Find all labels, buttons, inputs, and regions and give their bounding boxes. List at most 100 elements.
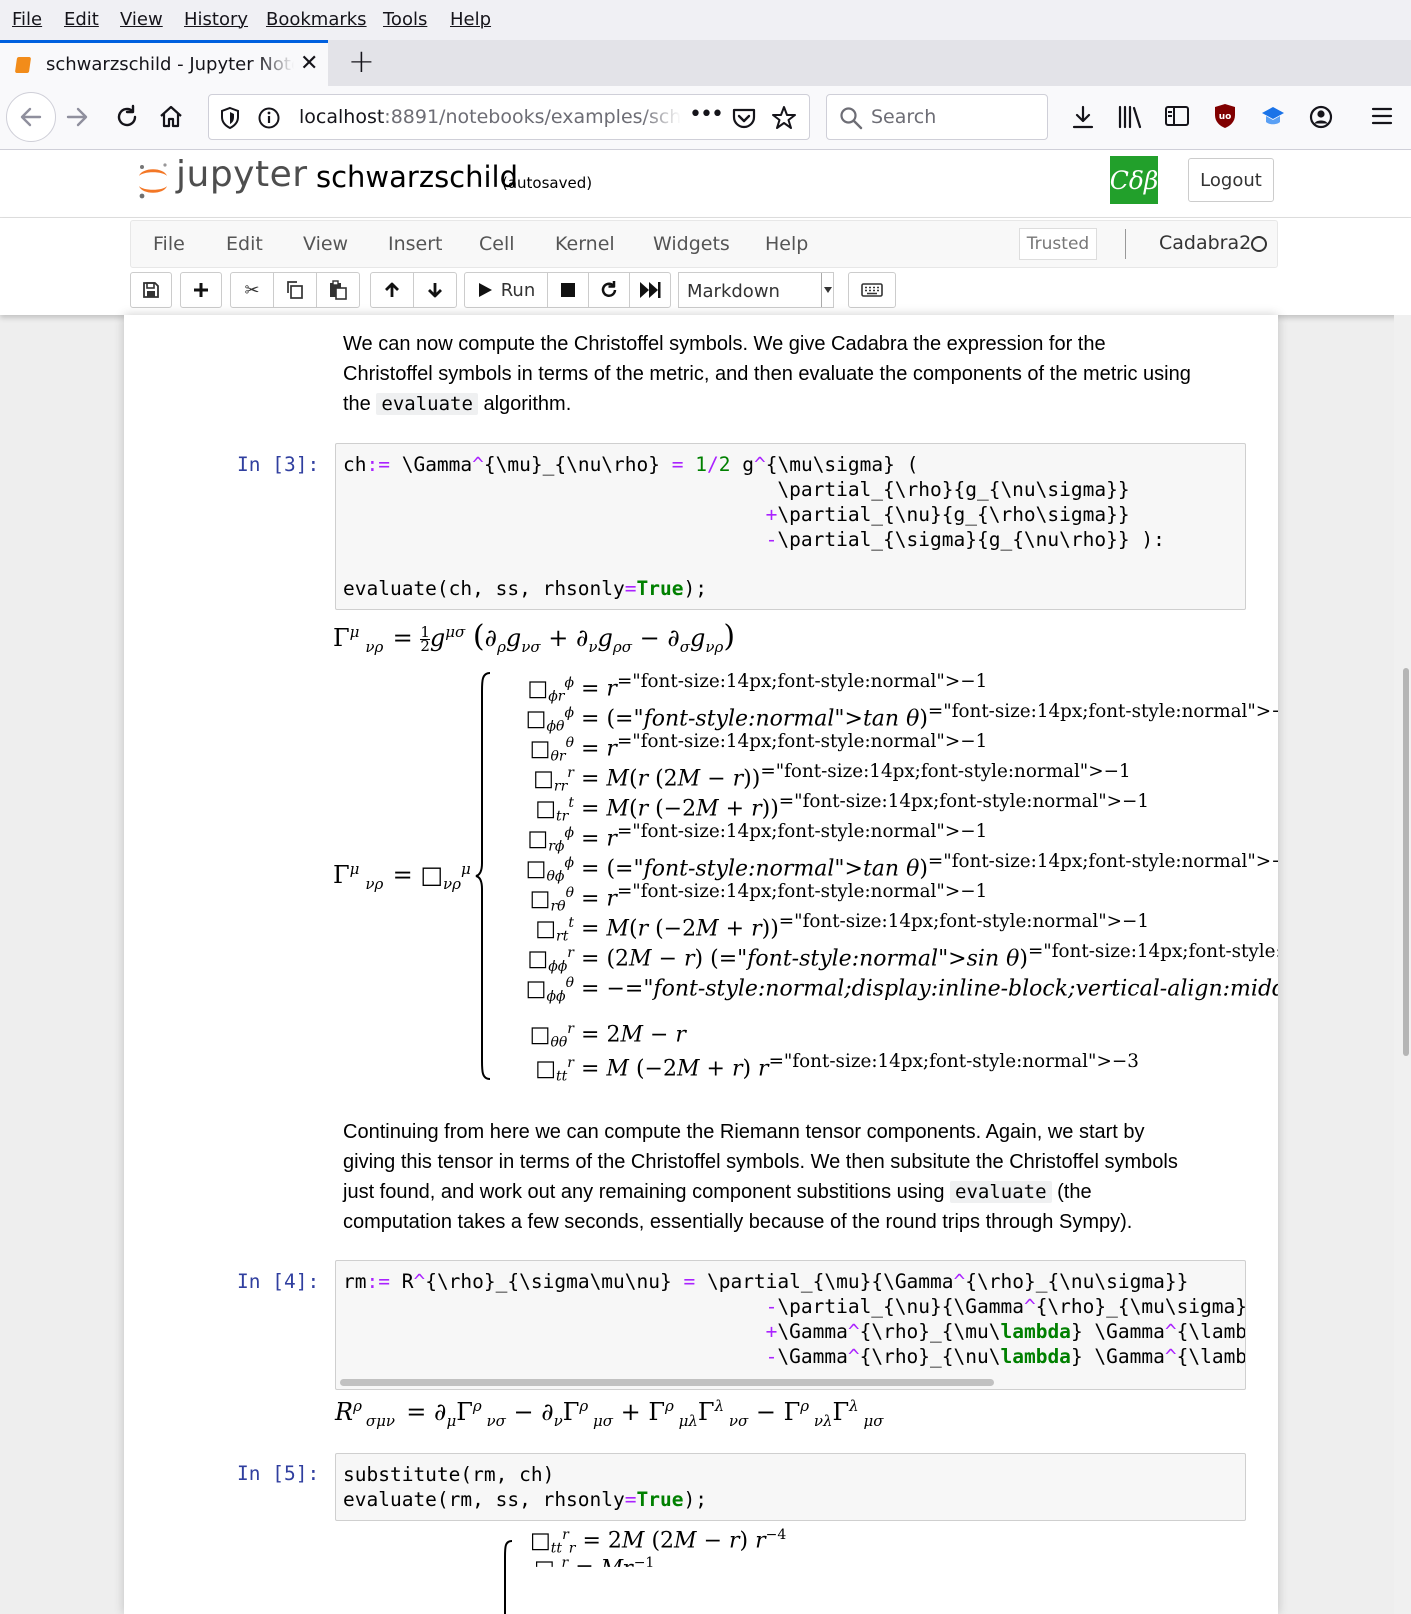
account-icon[interactable] xyxy=(1308,104,1334,135)
input-prompt: In [5]: xyxy=(237,1462,320,1485)
bookmark-star-icon[interactable] xyxy=(771,105,797,135)
output-equation: Rρσμν = ∂μΓρ νσ − ∂νΓρ μσ + Γρ μλΓλ νσ −… xyxy=(335,1397,884,1430)
arrow-down-icon xyxy=(428,283,442,298)
menu-cell[interactable]: Cell xyxy=(479,233,515,255)
hamburger-menu-icon[interactable] xyxy=(1370,104,1394,133)
kernel-logo: Cδβ xyxy=(1110,156,1158,204)
output-component-cutoff: □rr = Mr−1 xyxy=(534,1555,655,1585)
search-box[interactable]: Search xyxy=(826,94,1048,140)
markdown-line: computation takes a few seconds, essenti… xyxy=(343,1211,1133,1233)
code-line: evaluate(rm, ss, rhsonly=True); xyxy=(343,1488,707,1511)
plus-icon[interactable]: + xyxy=(348,42,375,80)
cell-type-select[interactable]: Markdown xyxy=(678,272,834,308)
menu-widgets[interactable]: Widgets xyxy=(653,233,730,255)
markdown-cell[interactable]: We can now compute the Christoffel symbo… xyxy=(343,329,1191,419)
browser-menu-help[interactable]: Help xyxy=(450,9,491,30)
menu-view[interactable]: View xyxy=(303,233,348,255)
browser-menu-edit[interactable]: Edit xyxy=(64,9,99,30)
markdown-line: Continuing from here we can compute the … xyxy=(343,1121,1145,1143)
cases-brace xyxy=(504,1540,513,1614)
browser-tab[interactable]: schwarzschild - Jupyter Notebook ✕ xyxy=(0,40,328,86)
kernel-idle-icon xyxy=(1251,236,1267,252)
jupyter-logo-text[interactable]: jupyter xyxy=(176,154,308,195)
input-prompt: In [3]: xyxy=(237,453,320,476)
run-button[interactable]: Run xyxy=(464,272,548,308)
edit-button-group: ✂ xyxy=(230,272,360,308)
chevron-down-icon xyxy=(821,273,833,307)
back-arrow-icon[interactable] xyxy=(6,92,56,142)
inline-code: evaluate xyxy=(376,393,478,415)
move-up-button[interactable] xyxy=(370,272,414,308)
cut-button[interactable]: ✂ xyxy=(230,272,274,308)
close-icon[interactable]: ✕ xyxy=(300,51,318,76)
extension-cap-icon[interactable] xyxy=(1260,104,1286,133)
shield-icon[interactable] xyxy=(219,106,241,134)
sidebar-icon[interactable] xyxy=(1164,104,1190,133)
download-icon[interactable] xyxy=(1070,104,1096,135)
forward-arrow-icon[interactable] xyxy=(64,104,90,135)
tab-title: schwarzschild - Jupyter Notebook xyxy=(46,54,294,75)
code-cell-input[interactable]: substitute(rm, ch) evaluate(rm, ss, rhso… xyxy=(335,1453,1246,1521)
code-line: \partial_{\rho}{g_{\nu\sigma}} xyxy=(343,478,1130,501)
address-bar[interactable]: localhost:8891/notebooks/examples/schwar… xyxy=(208,94,810,140)
logout-button[interactable]: Logout xyxy=(1188,158,1274,202)
reload-icon[interactable] xyxy=(114,104,140,135)
menu-help[interactable]: Help xyxy=(765,233,808,255)
markdown-cell[interactable]: Continuing from here we can compute the … xyxy=(343,1117,1178,1237)
menu-file[interactable]: File xyxy=(153,233,185,255)
browser-menubar: File Edit View History Bookmarks Tools H… xyxy=(0,0,1411,40)
inline-code: evaluate xyxy=(950,1181,1052,1203)
markdown-line: just found, and work out any remaining c… xyxy=(343,1181,1092,1203)
restart-run-all-button[interactable] xyxy=(629,272,671,308)
menu-insert[interactable]: Insert xyxy=(388,233,443,255)
plus-icon xyxy=(194,283,208,297)
code-cell-input[interactable]: ch:= \Gamma^{\mu}_{\nu\rho} = 1/2 g^{\mu… xyxy=(335,443,1246,610)
stop-icon xyxy=(561,283,575,297)
trusted-indicator[interactable]: Trusted xyxy=(1019,228,1097,260)
pocket-icon[interactable] xyxy=(731,106,757,134)
save-button[interactable] xyxy=(130,272,172,308)
code-cell-input[interactable]: rm:= R^{\rho}_{\sigma\mu\nu} = \partial_… xyxy=(335,1260,1246,1390)
output-equation: Γμνρ = 1 2 gμσ (∂ρgνσ + ∂νgρσ − ∂σgνρ) xyxy=(333,619,736,656)
code-line: -\partial_{\nu}{\Gamma^{\rho}_{\mu\sigma… xyxy=(765,1295,1246,1318)
notebook-name[interactable]: schwarzschild xyxy=(316,160,518,194)
christoffel-component: □trt = M(r (−2M + r))="font-size:14px;fo… xyxy=(535,791,1150,825)
info-icon[interactable] xyxy=(257,106,281,134)
horizontal-scrollbar[interactable] xyxy=(340,1379,994,1386)
notebook-icon xyxy=(14,57,32,73)
run-label: Run xyxy=(500,279,536,301)
christoffel-component: □rtt = M(r (−2M + r))="font-size:14px;fo… xyxy=(535,911,1150,945)
menu-edit[interactable]: Edit xyxy=(226,233,263,255)
search-placeholder: Search xyxy=(871,106,937,128)
markdown-line: the evaluate algorithm. xyxy=(343,393,572,415)
more-actions-icon[interactable]: ••• xyxy=(689,102,724,127)
jupyter-logo-icon[interactable] xyxy=(136,160,170,200)
tab-strip: schwarzschild - Jupyter Notebook ✕ + xyxy=(0,40,1411,86)
christoffel-component: □θθr = 2M − r xyxy=(529,1021,686,1051)
insert-cell-button[interactable] xyxy=(180,272,222,308)
menu-kernel[interactable]: Kernel xyxy=(555,233,615,255)
vertical-scrollbar-thumb[interactable] xyxy=(1403,668,1409,1056)
copy-button[interactable] xyxy=(273,272,317,308)
restart-icon xyxy=(601,281,617,297)
paste-button[interactable] xyxy=(316,272,360,308)
browser-menu-view[interactable]: View xyxy=(120,9,163,30)
move-down-button[interactable] xyxy=(413,272,457,308)
jupyter-toolbar-area: File Edit View Insert Cell Kernel Widget… xyxy=(0,218,1411,315)
restart-button[interactable] xyxy=(588,272,630,308)
library-icon[interactable] xyxy=(1116,104,1144,135)
kernel-name[interactable]: Cadabra2 xyxy=(1159,232,1251,254)
browser-menu-file[interactable]: File xyxy=(12,9,42,30)
browser-menu-tools[interactable]: Tools xyxy=(383,9,427,30)
browser-menu-history[interactable]: History xyxy=(184,9,248,30)
ublock-icon[interactable]: uo xyxy=(1212,102,1238,135)
navigation-toolbar: localhost:8891/notebooks/examples/schwar… xyxy=(0,86,1411,150)
home-icon[interactable] xyxy=(158,104,184,135)
christoffel-component: □ϕθϕ = (="font-style:normal">tan θ)="fon… xyxy=(525,701,1278,735)
command-palette-button[interactable] xyxy=(848,272,896,308)
code-line: +\partial_{\nu}{g_{\rho\sigma}} xyxy=(765,503,1130,526)
browser-menu-bookmarks[interactable]: Bookmarks xyxy=(266,9,367,30)
code-line: +\Gamma^{\rho}_{\mu\lambda} \Gamma^{\lam… xyxy=(765,1320,1246,1343)
interrupt-button[interactable] xyxy=(547,272,589,308)
christoffel-component: □ϕϕr = (2M − r) (="font-style:normal">si… xyxy=(527,941,1278,975)
